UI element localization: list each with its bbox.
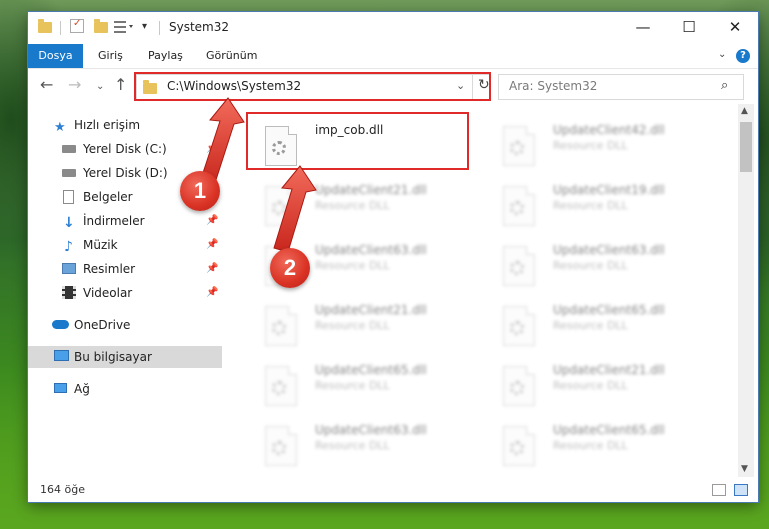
step-badge-2: 2 [270,248,310,288]
arrow-step-2 [273,165,317,253]
step-badge-1: 1 [180,171,220,211]
annotation-arrows [199,97,317,253]
